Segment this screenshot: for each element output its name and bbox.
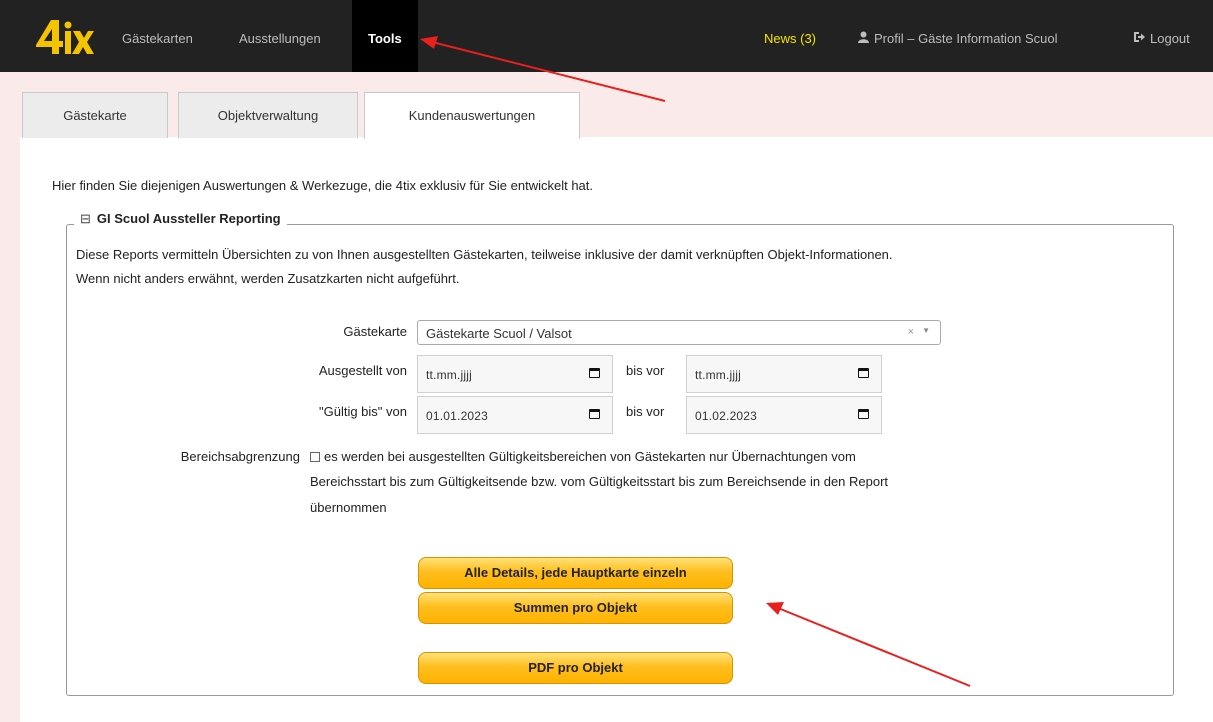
chevron-down-icon[interactable]: ▼ — [922, 326, 930, 335]
ausgestellt-label: Ausgestellt von — [318, 363, 407, 378]
bereich-text-line-3: übernommen — [310, 500, 387, 515]
nav-news[interactable]: News (3) — [764, 0, 816, 72]
bereich-label: Bereichsabgrenzung — [180, 449, 300, 464]
nav-logout[interactable]: Logout — [1133, 0, 1190, 72]
nav-profile[interactable]: Profil – Gäste Information Scuol — [858, 0, 1058, 72]
summen-report-button[interactable]: Summen pro Objekt — [418, 592, 733, 624]
logout-icon — [1133, 0, 1145, 78]
calendar-icon[interactable] — [589, 368, 600, 378]
ausgestellt-bis-vor-label: bis vor — [626, 363, 665, 378]
ausgestellt-to-date[interactable]: tt.mm.jjjj — [686, 355, 882, 393]
nav-tools[interactable]: Tools — [352, 0, 418, 72]
intro-text: Hier finden Sie diejenigen Auswertungen … — [52, 178, 593, 193]
ausgestellt-from-date[interactable]: tt.mm.jjjj — [417, 355, 613, 393]
gueltig-label: "Gültig bis" von — [319, 404, 407, 419]
user-icon — [858, 0, 869, 78]
details-report-button[interactable]: Alle Details, jede Hauptkarte einzeln — [418, 557, 733, 589]
bereich-text-line-2: Bereichsstart bis zum Gültigkeitsende bz… — [310, 474, 889, 489]
gueltig-to-value: 01.02.2023 — [695, 409, 758, 423]
ausgestellt-to-value: tt.mm.jjjj — [695, 368, 741, 382]
profile-label: Profil – Gäste Information Scuol — [874, 31, 1058, 46]
bereich-text-line-1: es werden bei ausgestellten Gültigkeitsb… — [324, 449, 856, 464]
gueltig-from-date[interactable]: 01.01.2023 — [417, 396, 613, 434]
calendar-icon[interactable] — [858, 368, 869, 378]
tab-gaestekarte[interactable]: Gästekarte — [22, 92, 168, 138]
nav-ausstellungen[interactable]: Ausstellungen — [239, 0, 321, 72]
pdf-report-button[interactable]: PDF pro Objekt — [418, 652, 733, 684]
description-line-1: Diese Reports vermitteln Übersichten zu … — [76, 247, 893, 262]
bereich-option[interactable]: es werden bei ausgestellten Gültigkeitsb… — [310, 449, 856, 464]
logout-label: Logout — [1150, 31, 1190, 46]
nav-gaestekarten[interactable]: Gästekarten — [122, 0, 193, 72]
tab-kundenauswertungen[interactable]: Kundenauswertungen — [364, 92, 580, 139]
gueltig-from-value: 01.01.2023 — [426, 409, 489, 423]
tab-objektverwaltung[interactable]: Objektverwaltung — [178, 92, 358, 138]
brand-logo[interactable] — [32, 14, 94, 58]
gueltig-bis-vor-label: bis vor — [626, 404, 665, 419]
calendar-icon[interactable] — [589, 409, 600, 419]
fieldset-legend[interactable]: ⊟ GI Scuol Aussteller Reporting — [74, 211, 287, 227]
bereich-checkbox[interactable] — [310, 452, 320, 462]
gaestekarte-selected-value: Gästekarte Scuol / Valsot — [426, 326, 572, 341]
gueltig-to-date[interactable]: 01.02.2023 — [686, 396, 882, 434]
top-navbar: Gästekarten Ausstellungen Tools News (3)… — [0, 0, 1213, 72]
ausgestellt-from-value: tt.mm.jjjj — [426, 368, 472, 382]
gaestekarte-label: Gästekarte — [343, 324, 407, 339]
clear-icon[interactable]: × — [908, 326, 914, 338]
description-line-2: Wenn nicht anders erwähnt, werden Zusatz… — [76, 271, 460, 286]
section-title: GI Scuol Aussteller Reporting — [96, 211, 281, 226]
calendar-icon[interactable] — [858, 409, 869, 419]
collapse-icon[interactable]: ⊟ — [80, 211, 91, 226]
gaestekarte-select[interactable]: Gästekarte Scuol / Valsot × ▼ — [417, 320, 941, 345]
